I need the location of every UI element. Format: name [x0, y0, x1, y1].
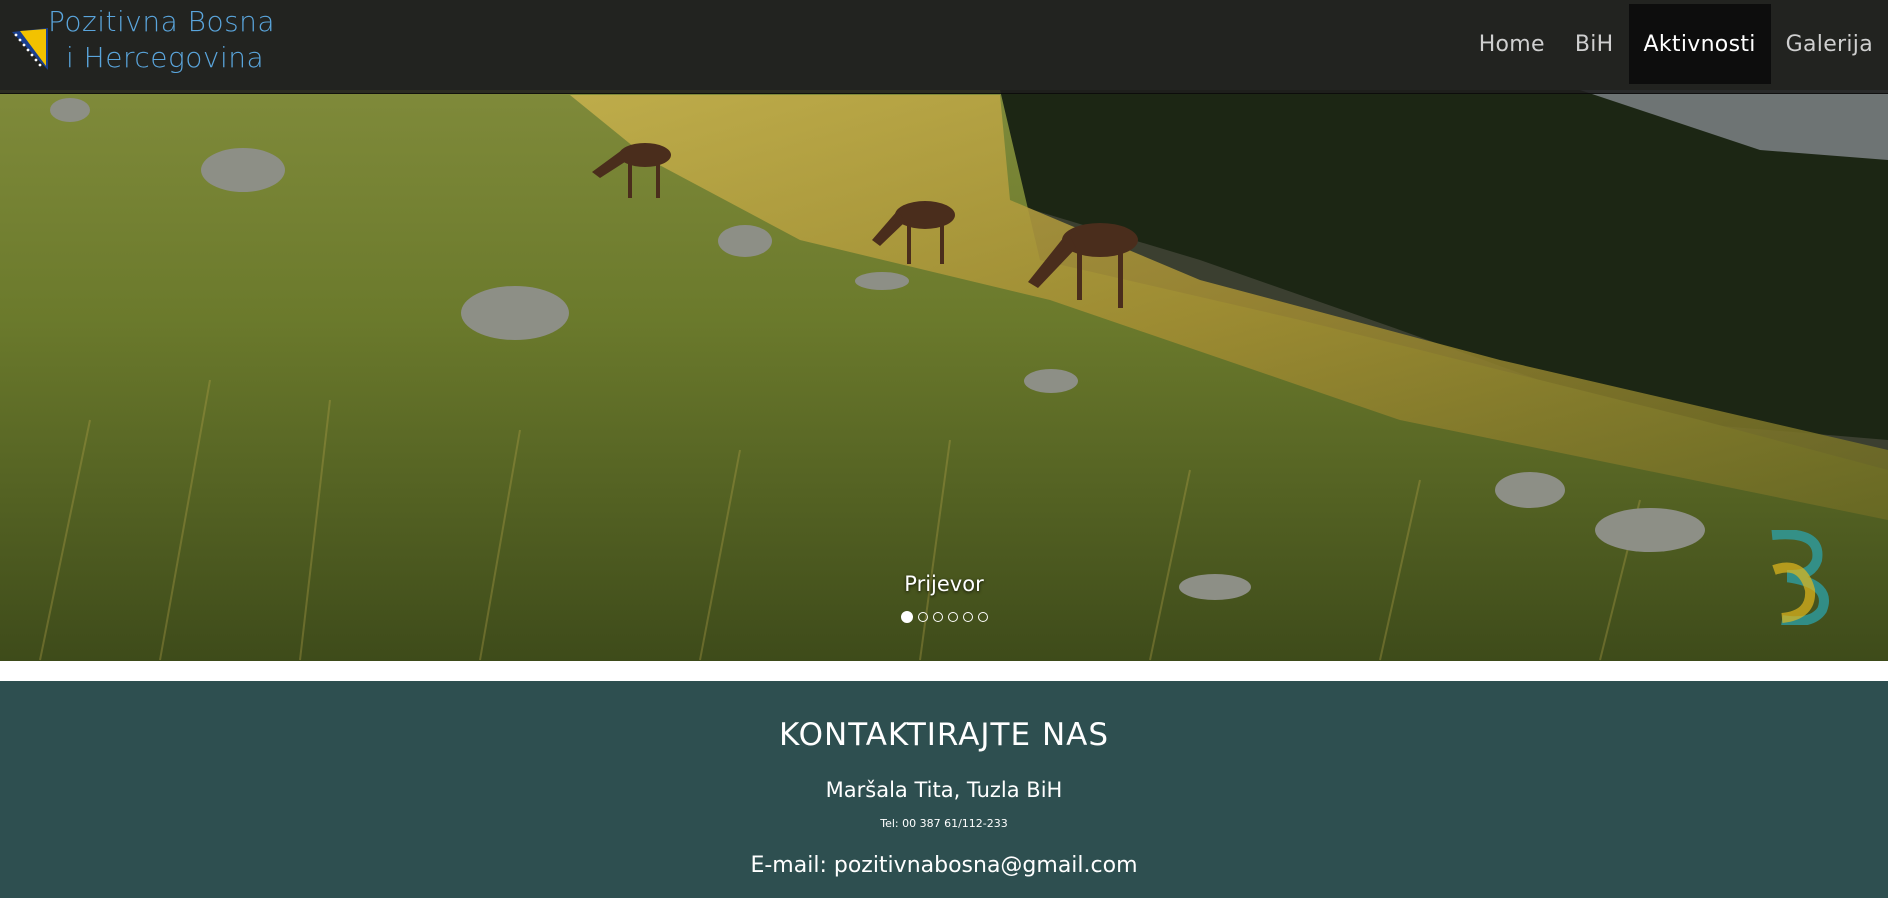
carousel-indicator[interactable] — [900, 611, 913, 623]
contact-phone: Tel: 00 387 61/112-233 — [880, 817, 1008, 830]
contact-title: KONTAKTIRAJTE NAS — [778, 717, 1110, 753]
brand-line2: i Hercegovina — [66, 41, 265, 74]
nav-item-aktivnosti[interactable]: Aktivnosti — [1628, 4, 1771, 84]
carousel-indicator[interactable] — [932, 612, 943, 622]
carousel-indicator[interactable] — [947, 612, 958, 622]
contact-section: KONTAKTIRAJTE NAS Maršala Tita, Tuzla Bi… — [0, 681, 1888, 898]
navbar: Pozitivna Bosna i Hercegovina Home BiH A… — [0, 0, 1888, 94]
carousel-indicator[interactable] — [977, 612, 988, 622]
carousel-indicator[interactable] — [917, 612, 928, 622]
hero-slide-image — [0, 0, 1888, 661]
carousel-indicator[interactable] — [962, 612, 973, 622]
hero-carousel[interactable]: Prijevor — [0, 0, 1888, 661]
brand-line1: Pozitivna Bosna — [48, 5, 276, 38]
contact-address: Maršala Tita, Tuzla BiH — [825, 778, 1063, 802]
brand-title: Pozitivna Bosna i Hercegovina — [48, 4, 288, 76]
nav-item-home[interactable]: Home — [1464, 4, 1560, 84]
nav-item-galerija[interactable]: Galerija — [1771, 4, 1888, 84]
contact-email[interactable]: E-mail: pozitivnabosna@gmail.com — [0, 853, 1888, 878]
main-nav: Home BiH Aktivnosti Galerija — [1464, 4, 1888, 84]
carousel-indicators — [0, 611, 1888, 623]
brand-link[interactable]: Pozitivna Bosna i Hercegovina — [10, 4, 280, 90]
carousel-caption: Prijevor — [904, 572, 984, 596]
bih-flag-icon — [12, 28, 48, 70]
nav-item-bih[interactable]: BiH — [1560, 4, 1629, 84]
